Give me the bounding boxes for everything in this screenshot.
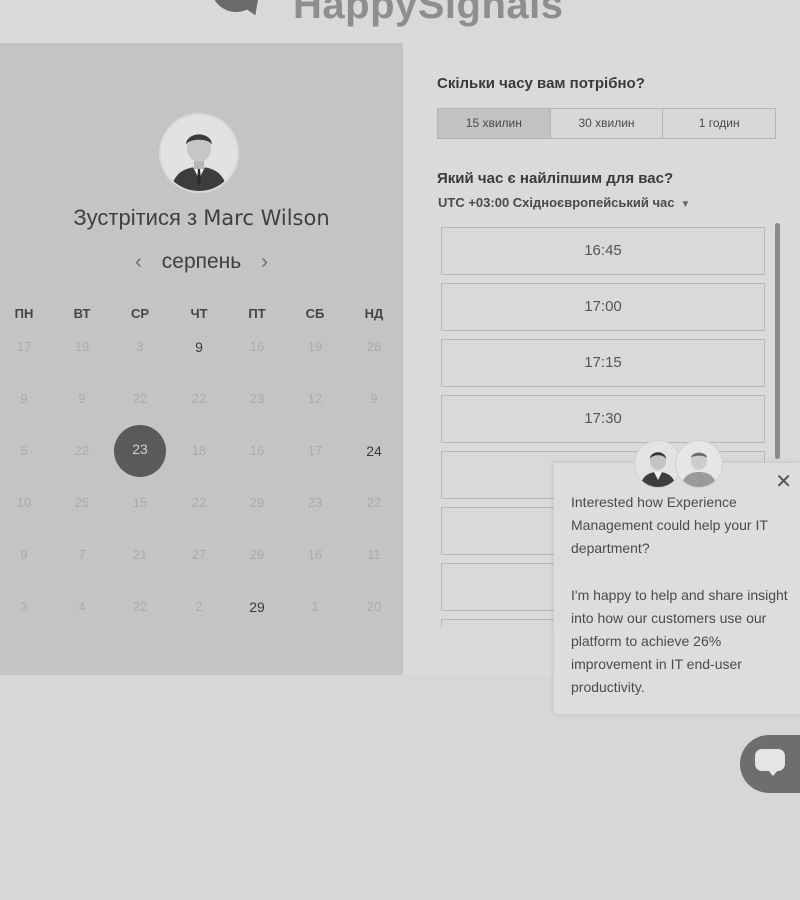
host-name: Marc Wilson [203,206,330,230]
happysignals-logo[interactable]: HappySignals [205,0,564,26]
calendar-day-disabled: 27 [191,547,207,562]
meeting-title: Зустрітися з Marc Wilson [0,205,403,231]
chat-message-text-1: Interested how Experience Management cou… [571,494,768,557]
duration-option[interactable]: 30 хвилин [551,109,664,138]
logo-text: HappySignals [293,0,564,27]
calendar-day-disabled: 3 [20,599,28,614]
scrollbar-thumb[interactable] [775,223,780,459]
calendar-day-available[interactable]: 24 [354,441,394,461]
time-slot-button[interactable]: 16:45 [441,227,765,275]
calendar-day-disabled: 19 [74,339,90,354]
chat-message: Interested how Experience Management cou… [571,491,791,700]
weekday-label: НД [364,306,384,321]
duration-question: Скільки часу вам потрібно? [437,75,645,92]
calendar-day-available[interactable]: 9 [179,337,219,357]
calendar-panel: Зустрітися з Marc Wilson ‹ серпень › ПН В… [0,43,403,675]
calendar-day-disabled: 25 [74,495,90,510]
calendar-day-disabled: 22 [366,495,382,510]
person-avatar-icon [161,115,237,191]
weekday-label: ВТ [73,306,91,321]
calendar-day-disabled: 17 [307,443,323,458]
weekday-label: СР [130,306,150,321]
calendar-day-disabled: 15 [132,495,148,510]
chat-launcher-button[interactable] [740,735,800,793]
calendar-day-disabled: 23 [249,391,265,406]
weekday-header: ПН ВТ СР ЧТ ПТ СБ НД [0,306,403,326]
caret-down-icon: ▼ [680,199,691,210]
logo-bubble-icon [205,0,265,26]
calendar-day-disabled: 10 [16,495,32,510]
calendar-day-disabled: 9 [370,391,378,406]
month-label: серпень [161,250,242,273]
agent-avatar-2 [675,440,723,488]
host-avatar [159,113,239,193]
person-avatar-icon [676,441,722,487]
calendar-day-disabled: 9 [20,391,28,406]
calendar-day-disabled: 21 [132,547,148,562]
weekday-label: СБ [305,306,325,321]
time-slot-button[interactable]: 17:30 [441,395,765,443]
calendar-day-disabled: 16 [249,443,265,458]
calendar-day-disabled: 3 [136,339,144,354]
weekday-label: ПТ [248,306,266,321]
calendar-day-disabled: 19 [307,339,323,354]
calendar-day-disabled: 23 [307,495,323,510]
calendar-day-disabled: 18 [191,443,207,458]
calendar-day-disabled: 22 [74,443,90,458]
calendar-day-disabled: 17 [16,339,32,354]
calendar-day-disabled: 7 [78,547,86,562]
weekday-label: ПН [14,306,34,321]
calendar-day-selected[interactable]: 23 [114,425,166,477]
calendar-day-available[interactable]: 29 [237,597,277,617]
time-question: Який час є найліпшим для вас? [437,170,674,187]
time-slot-button[interactable]: 17:00 [441,283,765,331]
chat-bubble-icon [755,749,785,771]
chevron-left-icon[interactable]: ‹ [131,251,146,274]
page-header: HappySignals [0,0,800,43]
calendar-day-disabled: 22 [132,599,148,614]
time-slot-button[interactable]: 17:15 [441,339,765,387]
calendar-day-disabled: 4 [78,599,86,614]
calendar-day-disabled: 29 [249,495,265,510]
calendar-grid: 17 19 3 9 16 19 28 9 9 22 22 23 12 9 5 22 23 18 16 17 24 10 25… [0,339,403,663]
calendar-day-disabled: 20 [366,599,382,614]
chevron-right-icon[interactable]: › [257,251,272,274]
duration-selector: 15 хвилин 30 хвилин 1 годин [437,108,776,139]
chat-popup: ✕ Interested how Experience Management c… [554,463,800,714]
calendar-day-disabled: 22 [191,391,207,406]
close-icon[interactable]: ✕ [775,472,792,492]
calendar-day-disabled: 12 [307,391,323,406]
calendar-day-disabled: 28 [366,339,382,354]
timezone-selector[interactable]: UTC +03:00 Східноєвропейський час ▼ [438,195,690,210]
calendar-day-disabled: 9 [78,391,86,406]
calendar-day-disabled: 16 [307,547,323,562]
meeting-title-prefix: Зустрітися з [73,205,204,230]
calendar-day-disabled: 11 [367,547,381,562]
calendar-day-disabled: 2 [195,599,203,614]
calendar-day-disabled: 5 [20,443,28,458]
calendar-day-disabled: 16 [249,339,265,354]
chat-message-text-2: I'm happy to help and share insight into… [571,586,788,696]
calendar-day-disabled: 22 [132,391,148,406]
calendar-day-disabled: 22 [191,495,207,510]
calendar-day-disabled: 29 [249,547,265,562]
month-navigation: ‹ серпень › [0,250,403,274]
weekday-label: ЧТ [190,306,208,321]
duration-option[interactable]: 1 годин [663,109,775,138]
duration-option[interactable]: 15 хвилин [438,109,551,138]
calendar-day-disabled: 1 [311,599,319,614]
timezone-label: UTC +03:00 Східноєвропейський час [438,195,675,210]
calendar-day-disabled: 9 [20,547,28,562]
